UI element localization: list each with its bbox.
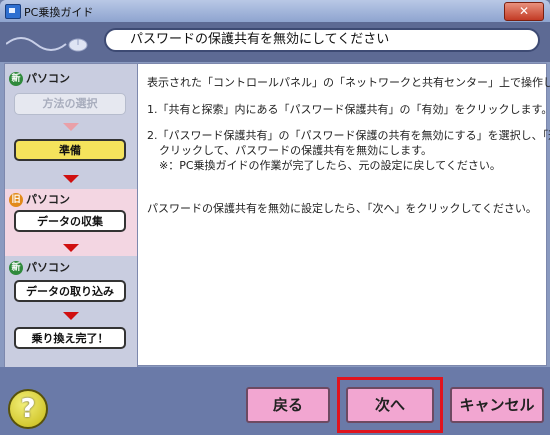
down-arrow-icon <box>63 175 79 183</box>
down-arrow-icon <box>63 244 79 252</box>
instruction-note: ※：PC乗換ガイドの作業が完了したら、元の設定に戻してください。 <box>159 159 501 172</box>
cancel-button[interactable]: キャンセル <box>450 387 544 423</box>
new-badge-icon: 新 <box>9 261 23 275</box>
header-band: パスワードの保護共有を無効にしてください <box>0 22 550 62</box>
instruction-step-1: 1.「共有と探索」内にある「パスワード保護共有」の「有効」をクリックします。 <box>147 103 550 116</box>
down-arrow-icon <box>63 123 79 131</box>
app-window: PC乗換ガイド ✕ パスワードの保護共有を無効にしてください 新パソコン 方法の… <box>0 0 550 435</box>
instruction-next: パスワードの保護共有を無効に設定したら、「次へ」をクリックしてください。 <box>147 202 537 215</box>
app-icon <box>5 4 21 19</box>
step-sidebar: 新パソコン 方法の選択 準備 旧パソコン データの収集 新パソコン データの取り… <box>4 63 138 368</box>
bottom-toolbar: ? 戻る 次へ キャンセル <box>0 367 550 435</box>
old-badge-icon: 旧 <box>9 193 23 207</box>
new-pc-heading-1: 新パソコン <box>9 70 70 86</box>
down-arrow-icon <box>63 312 79 320</box>
mouse-icon <box>6 37 88 52</box>
title-bar[interactable]: PC乗換ガイド ✕ <box>0 0 550 23</box>
instruction-step-2-cont: クリックして、パスワードの保護共有を無効にします。 <box>159 144 433 157</box>
old-pc-heading: 旧パソコン <box>9 191 70 207</box>
step-complete: 乗り換え完了！ <box>14 327 126 349</box>
help-button[interactable]: ? <box>8 389 48 429</box>
instruction-panel: 表示された「コントロールパネル」の「ネットワークと共有センター」上で操作します。… <box>137 63 550 366</box>
next-button[interactable]: 次へ <box>346 387 434 423</box>
step-prepare: 準備 <box>14 139 126 161</box>
instruction-intro: 表示された「コントロールパネル」の「ネットワークと共有センター」上で操作します。 <box>147 76 550 89</box>
step-method-select: 方法の選択 <box>14 93 126 115</box>
instruction-step-2: 2.「パスワード保護共有」の「パスワード保護の共有を無効にする」を選択し、「適用… <box>147 129 550 142</box>
back-button[interactable]: 戻る <box>246 387 330 423</box>
new-badge-icon: 新 <box>9 72 23 86</box>
close-button[interactable]: ✕ <box>504 2 544 21</box>
step-import-data: データの取り込み <box>14 280 126 302</box>
new-pc-heading-2: 新パソコン <box>9 259 70 275</box>
window-title: PC乗換ガイド <box>24 6 94 19</box>
step-collect-data: データの収集 <box>14 210 126 232</box>
page-title: パスワードの保護共有を無効にしてください <box>104 28 540 52</box>
